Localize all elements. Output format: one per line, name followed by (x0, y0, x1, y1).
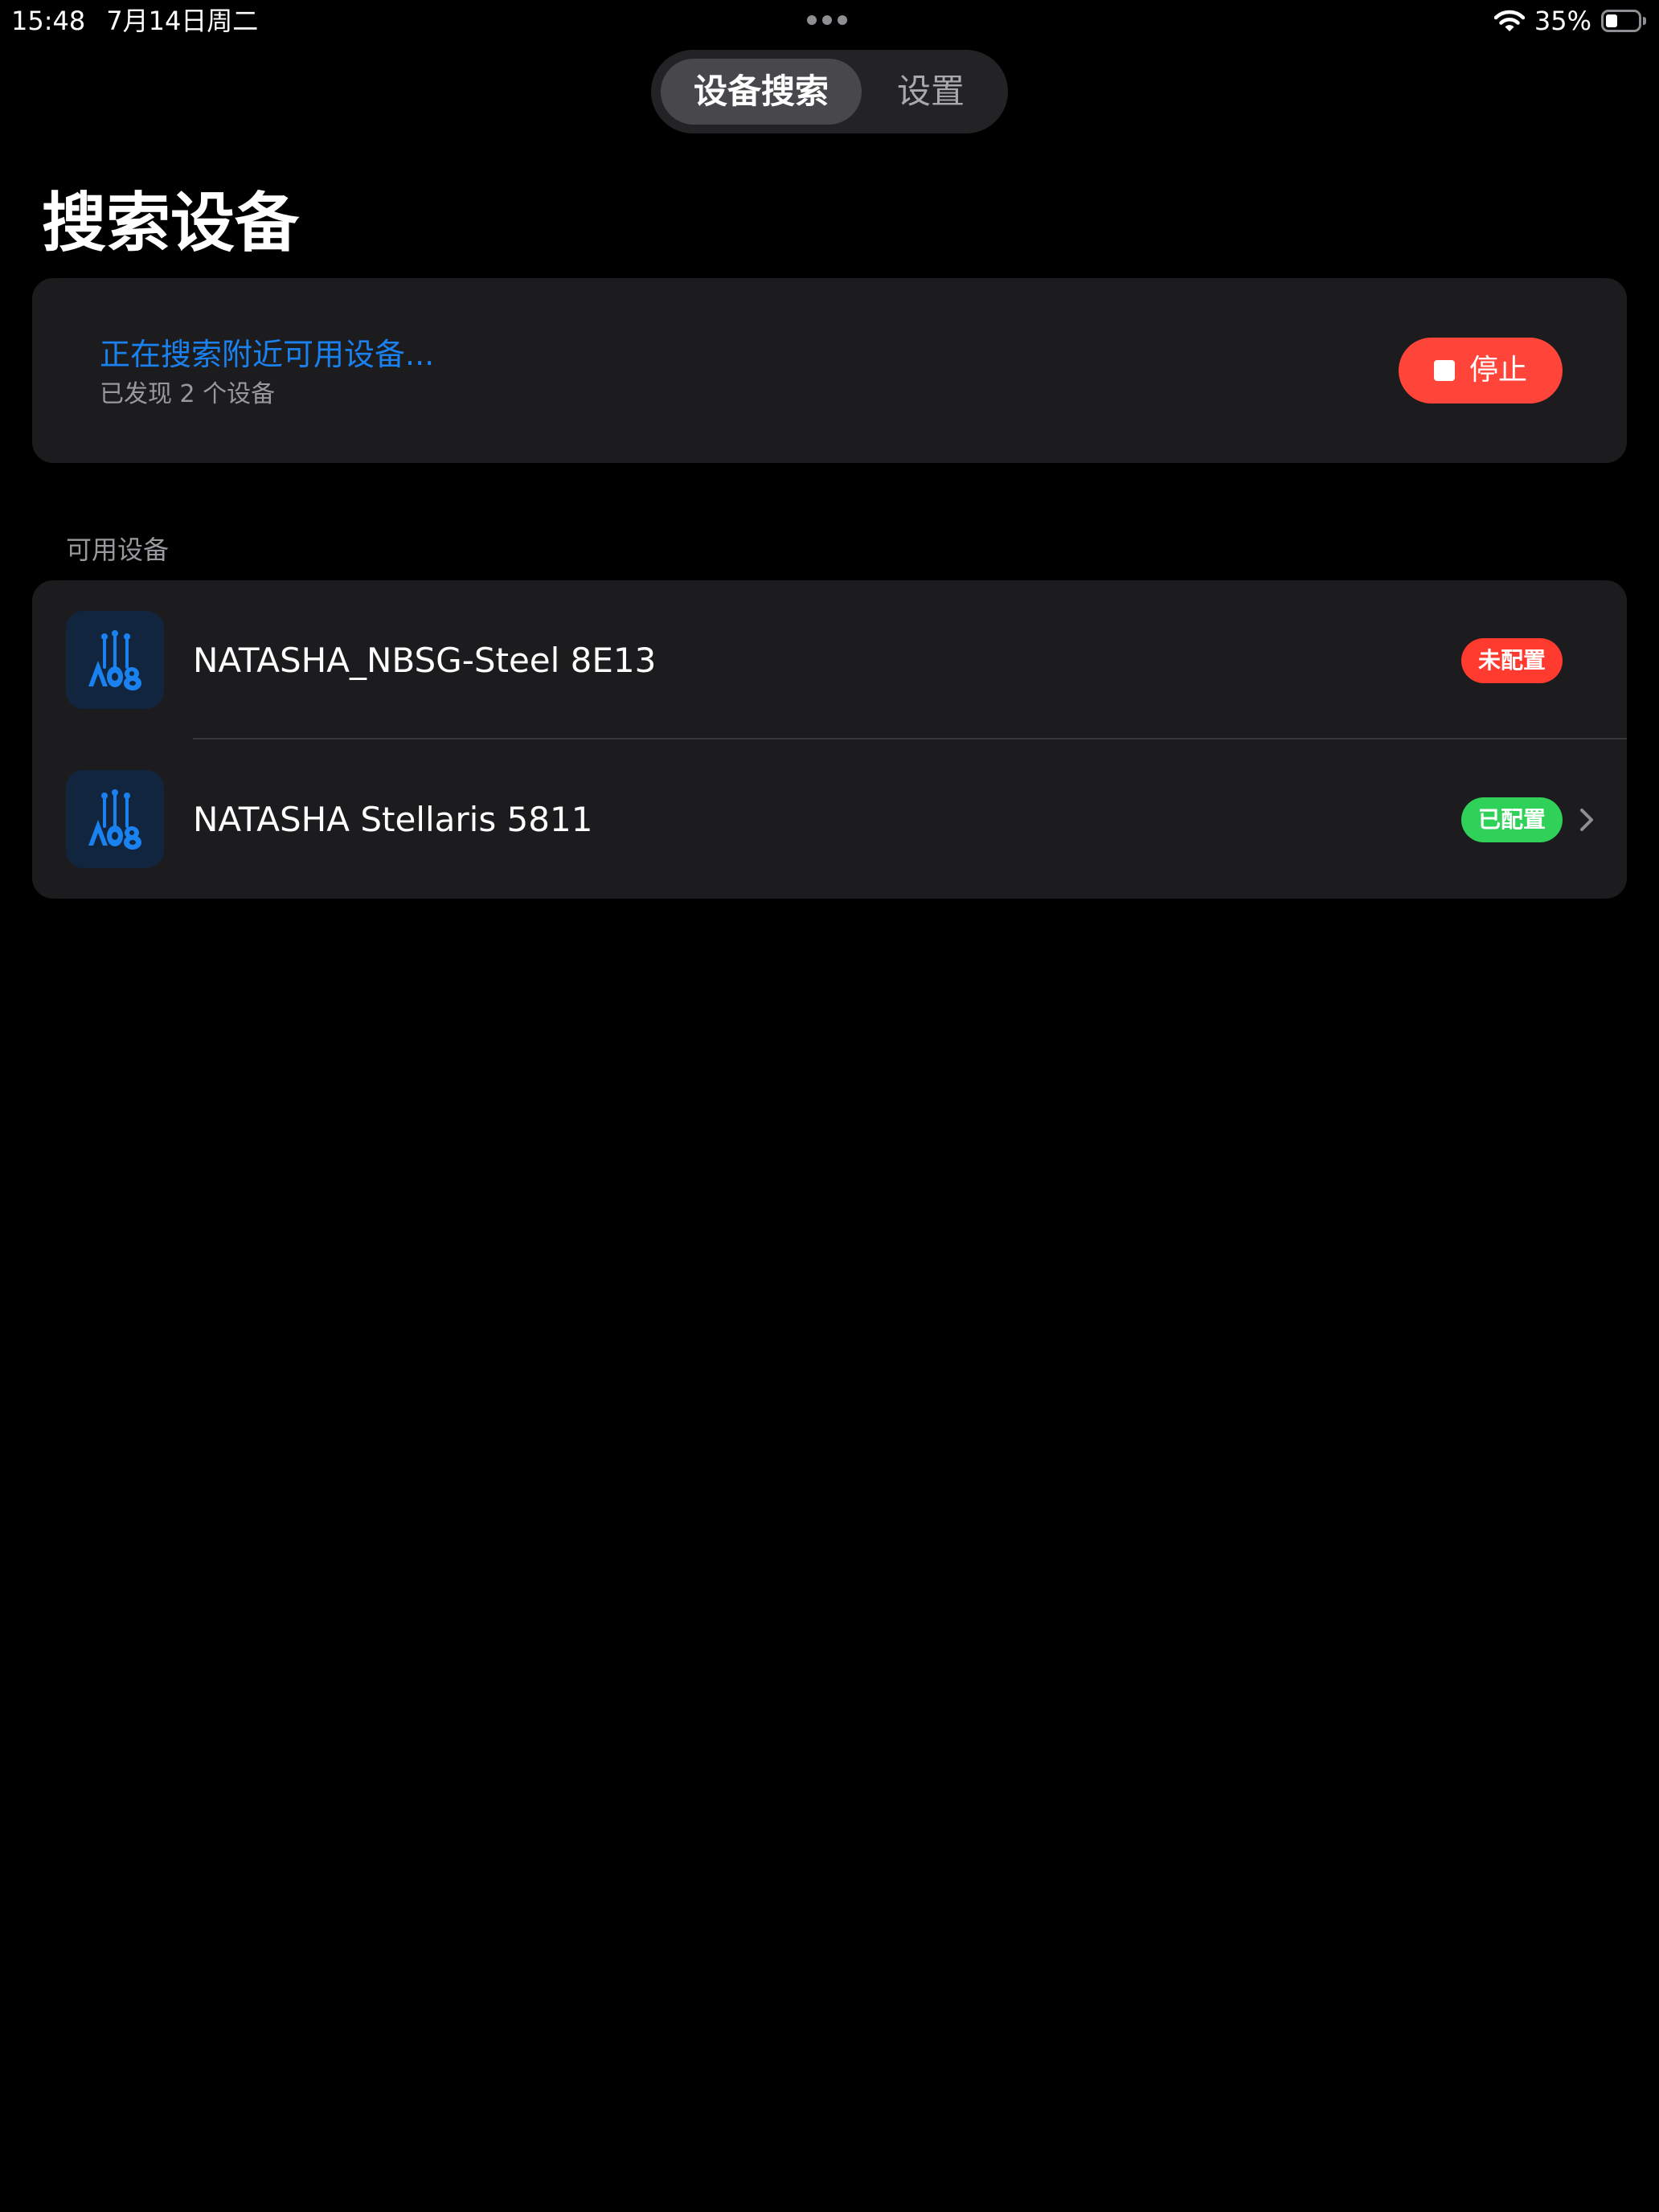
search-status-card: 正在搜索附近可用设备... 已发现 2 个设备 停止 (32, 278, 1627, 463)
wifi-icon (1493, 10, 1525, 31)
device-name: NATASHA Stellaris 5811 (193, 800, 593, 839)
guitar-logo-icon (66, 770, 164, 868)
tab-settings[interactable]: 设置 (862, 59, 1000, 125)
stop-button-label: 停止 (1469, 354, 1527, 387)
multitask-dots-icon[interactable] (807, 15, 847, 25)
status-date: 7月14日周二 (106, 6, 259, 36)
tab-device-search[interactable]: 设备搜索 (661, 59, 862, 125)
stop-button[interactable]: 停止 (1399, 338, 1563, 403)
battery-percent: 35% (1534, 6, 1591, 36)
page-title: 搜索设备 (42, 186, 299, 260)
status-indicators: 35% (1493, 3, 1646, 39)
device-list: NATASHA_NBSG-Steel 8E13 未配置 NATASHA Stel… (32, 580, 1627, 899)
device-row[interactable]: NATASHA_NBSG-Steel 8E13 未配置 (32, 580, 1627, 739)
section-header-available-devices: 可用设备 (66, 535, 170, 565)
battery-icon (1601, 10, 1646, 32)
search-status-text: 正在搜索附近可用设备... (100, 337, 435, 372)
status-badge: 未配置 (1461, 638, 1563, 683)
found-count-text: 已发现 2 个设备 (100, 380, 276, 408)
status-badge: 已配置 (1461, 797, 1563, 842)
device-row[interactable]: NATASHA Stellaris 5811 已配置 (32, 739, 1627, 899)
status-time-date: 15:48 7月14日周二 (11, 3, 258, 39)
device-name: NATASHA_NBSG-Steel 8E13 (193, 641, 657, 680)
guitar-logo-icon (66, 611, 164, 709)
stop-square-icon (1433, 360, 1455, 381)
chevron-right-icon (1580, 809, 1593, 831)
status-bar: 15:48 7月14日周二 35% (0, 0, 1659, 42)
status-time: 15:48 (11, 6, 86, 36)
tab-segmented-control: 设备搜索 设置 (651, 50, 1008, 133)
